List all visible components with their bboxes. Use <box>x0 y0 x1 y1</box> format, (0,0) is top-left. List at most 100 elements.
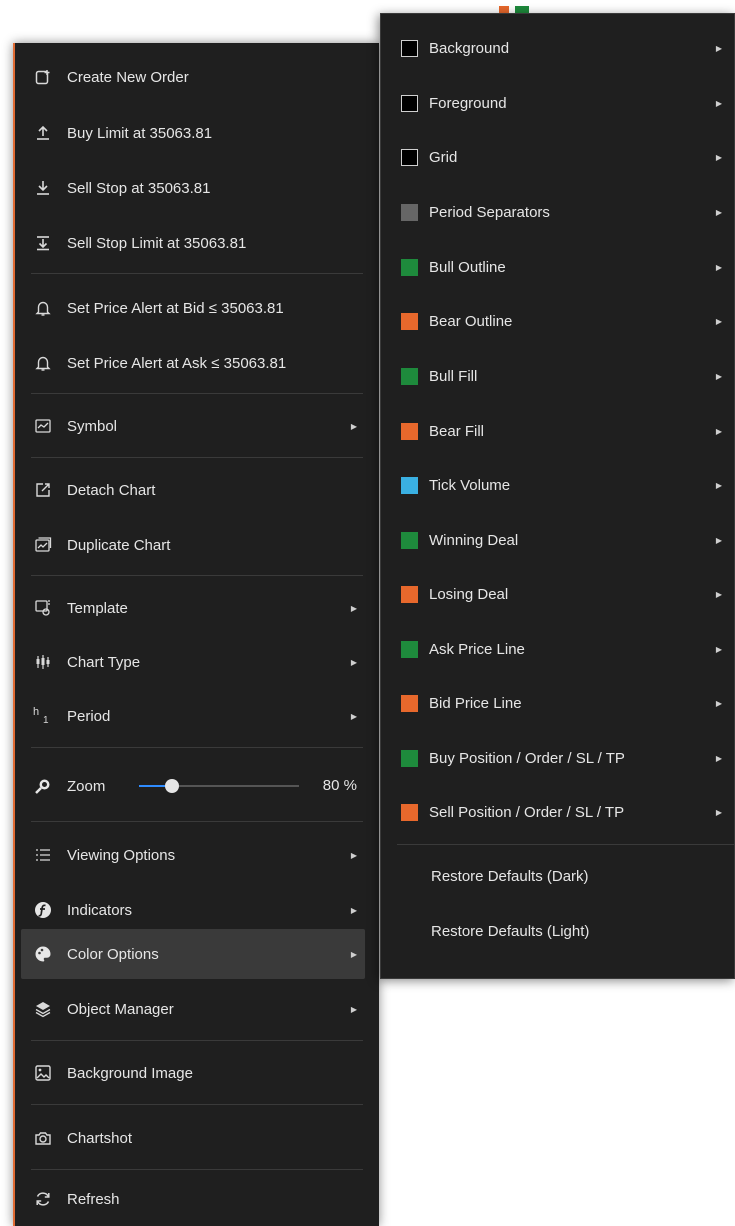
color-item-bear-fill[interactable]: Bear Fill ▶ <box>381 404 734 458</box>
menu-item-label: Background Image <box>67 1064 193 1082</box>
menu-item-color-options[interactable]: Color Options ▶ <box>21 929 365 979</box>
menu-divider <box>31 273 363 274</box>
color-options-submenu: Background ▶ Foreground ▶ Grid ▶ Period … <box>380 13 735 979</box>
color-item-bull-fill[interactable]: Bull Fill ▶ <box>381 349 734 403</box>
menu-item-template[interactable]: Template ▶ <box>15 581 379 635</box>
color-item-label: Bid Price Line <box>429 694 522 712</box>
menu-item-sell-stop[interactable]: Sell Stop at 35063.81 <box>15 161 379 215</box>
color-swatch <box>401 148 418 166</box>
menu-divider <box>31 747 363 748</box>
color-swatch <box>401 422 418 440</box>
zoom-icon <box>33 776 53 796</box>
color-item-label: Ask Price Line <box>429 640 525 658</box>
color-item-label: Winning Deal <box>429 531 519 549</box>
menu-item-label: Template <box>67 599 128 617</box>
color-item-label: Bull Outline <box>429 258 506 276</box>
color-item-sell-position[interactable]: Sell Position / Order / SL / TP ▶ <box>381 785 734 839</box>
menu-item-buy-limit[interactable]: Buy Limit at 35063.81 <box>15 106 379 160</box>
menu-item-viewing-options[interactable]: Viewing Options ▶ <box>15 828 379 882</box>
color-item-tick-volume[interactable]: Tick Volume ▶ <box>381 458 734 512</box>
menu-item-create-new-order[interactable]: Create New Order <box>15 50 379 104</box>
duplicate-chart-icon <box>33 535 53 555</box>
zoom-value: 80 % <box>322 777 357 794</box>
color-item-label: Sell Position / Order / SL / TP <box>429 803 625 821</box>
menu-item-label: Refresh <box>67 1190 120 1208</box>
menu-item-symbol[interactable]: Symbol ▶ <box>15 399 379 453</box>
menu-item-label: Period <box>67 707 111 725</box>
menu-item-background-image[interactable]: Background Image <box>15 1046 379 1100</box>
color-item-ask-price-line[interactable]: Ask Price Line ▶ <box>381 622 734 676</box>
submenu-arrow-icon: ▶ <box>715 43 722 53</box>
color-item-bear-outline[interactable]: Bear Outline ▶ <box>381 294 734 348</box>
restore-defaults-light[interactable]: Restore Defaults (Light) <box>381 904 734 958</box>
color-item-losing-deal[interactable]: Losing Deal ▶ <box>381 567 734 621</box>
submenu-arrow-icon: ▶ <box>715 426 722 436</box>
menu-item-sell-stop-limit[interactable]: Sell Stop Limit at 35063.81 <box>15 216 379 270</box>
color-item-background[interactable]: Background ▶ <box>381 21 734 75</box>
color-item-foreground[interactable]: Foreground ▶ <box>381 76 734 130</box>
period-icon: h1 <box>33 706 49 726</box>
menu-item-refresh[interactable]: Refresh <box>15 1172 379 1226</box>
submenu-arrow-icon: ▶ <box>715 807 722 817</box>
color-swatch <box>401 749 418 767</box>
menu-divider <box>31 393 363 394</box>
bell-icon <box>33 298 53 318</box>
menu-item-label: Object Manager <box>67 1000 174 1018</box>
menu-item-period[interactable]: h1 Period ▶ <box>15 689 379 743</box>
new-order-icon <box>33 67 53 87</box>
menu-item-zoom: Zoom 80 % <box>15 759 379 813</box>
menu-item-chart-type[interactable]: Chart Type ▶ <box>15 635 379 689</box>
menu-item-price-alert-ask[interactable]: Set Price Alert at Ask ≤ 35063.81 <box>15 336 379 390</box>
menu-item-label: Color Options <box>67 945 159 963</box>
menu-divider <box>31 821 363 822</box>
color-swatch <box>401 585 418 603</box>
color-item-bid-price-line[interactable]: Bid Price Line ▶ <box>381 676 734 730</box>
palette-icon <box>33 944 53 964</box>
submenu-arrow-icon: ▶ <box>350 850 357 860</box>
menu-item-duplicate-chart[interactable]: Duplicate Chart <box>15 518 379 572</box>
submenu-arrow-icon: ▶ <box>715 535 722 545</box>
menu-item-label: Create New Order <box>67 68 189 86</box>
layers-icon <box>33 999 53 1019</box>
submenu-arrow-icon: ▶ <box>350 657 357 667</box>
submenu-arrow-icon: ▶ <box>350 905 357 915</box>
restore-light-label: Restore Defaults (Light) <box>431 922 590 940</box>
menu-item-object-manager[interactable]: Object Manager ▶ <box>15 982 379 1036</box>
restore-defaults-dark[interactable]: Restore Defaults (Dark) <box>381 849 734 903</box>
menu-item-label: Chartshot <box>67 1129 133 1147</box>
color-swatch <box>401 312 418 330</box>
menu-divider <box>31 1169 363 1170</box>
template-icon <box>33 598 53 618</box>
buy-limit-icon <box>33 123 53 143</box>
color-item-period-separators[interactable]: Period Separators ▶ <box>381 185 734 239</box>
color-item-label: Losing Deal <box>429 585 509 603</box>
chart-background-peek <box>495 0 540 14</box>
sell-stop-icon <box>33 178 53 198</box>
color-item-label: Bear Outline <box>429 312 513 330</box>
zoom-slider[interactable] <box>139 779 299 793</box>
menu-item-price-alert-bid[interactable]: Set Price Alert at Bid ≤ 35063.81 <box>15 281 379 335</box>
submenu-arrow-icon: ▶ <box>350 949 357 959</box>
color-item-label: Foreground <box>429 94 507 112</box>
zoom-slider-thumb[interactable] <box>165 779 179 793</box>
submenu-arrow-icon: ▶ <box>715 644 722 654</box>
color-item-bull-outline[interactable]: Bull Outline ▶ <box>381 240 734 294</box>
menu-item-label: Chart Type <box>67 653 141 671</box>
color-swatch <box>401 258 418 276</box>
color-swatch <box>401 694 418 712</box>
submenu-arrow-icon: ▶ <box>715 98 722 108</box>
color-swatch <box>401 203 418 221</box>
menu-item-detach-chart[interactable]: Detach Chart <box>15 463 379 517</box>
submenu-arrow-icon: ▶ <box>350 711 357 721</box>
candlestick-icon <box>33 652 53 672</box>
menu-item-label: Sell Stop Limit at 35063.81 <box>67 234 247 252</box>
color-item-winning-deal[interactable]: Winning Deal ▶ <box>381 513 734 567</box>
refresh-icon <box>33 1189 53 1209</box>
color-swatch <box>401 531 418 549</box>
color-item-grid[interactable]: Grid ▶ <box>381 130 734 184</box>
submenu-arrow-icon: ▶ <box>350 603 357 613</box>
detach-icon <box>33 480 53 500</box>
menu-item-chartshot[interactable]: Chartshot <box>15 1111 379 1165</box>
color-swatch <box>401 476 418 494</box>
color-item-buy-position[interactable]: Buy Position / Order / SL / TP ▶ <box>381 731 734 785</box>
